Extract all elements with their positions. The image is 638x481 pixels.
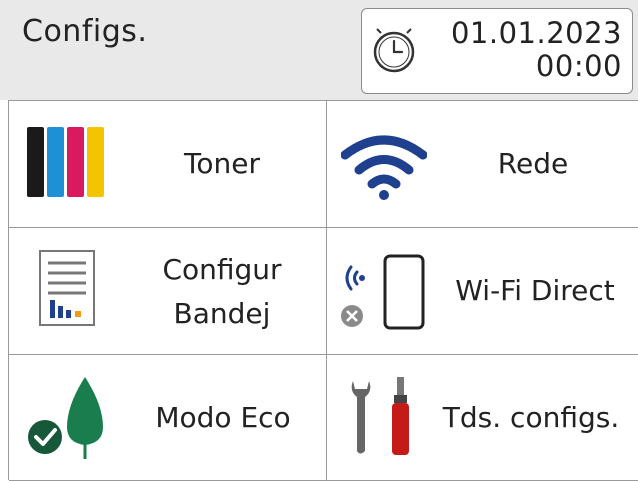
tile-wifi-direct[interactable]: Wi-Fi Direct <box>327 228 638 355</box>
eco-leaf-icon <box>28 377 103 459</box>
tile-eco-mode[interactable]: Modo Eco <box>9 355 327 481</box>
tile-tray-settings-line2: Bandej <box>173 297 271 330</box>
datetime-button[interactable]: 01.01.2023 00:00 <box>361 8 633 94</box>
toner-cartridges-icon <box>27 127 104 197</box>
tile-tray-settings[interactable]: Configur Bandej <box>9 228 327 355</box>
page-title: Configs. <box>22 14 148 49</box>
wifi-direct-phone-icon <box>341 254 425 330</box>
time-value: 00:00 <box>535 49 622 83</box>
tile-all-settings-label: Tds. configs. <box>442 401 620 434</box>
tray-settings-icon <box>39 250 95 326</box>
tile-all-settings[interactable]: Tds. configs. <box>327 355 638 481</box>
date-value: 01.01.2023 <box>450 16 622 50</box>
wifi-icon <box>341 135 427 200</box>
tools-icon <box>351 377 409 455</box>
tile-tray-settings-label: Configur Bandej <box>117 251 327 333</box>
clock-icon <box>373 28 415 73</box>
tile-tray-settings-line1: Configur <box>162 253 282 286</box>
tile-toner[interactable]: Toner <box>9 101 327 228</box>
tile-eco-mode-label: Modo Eco <box>155 401 291 434</box>
datetime-text: 01.01.2023 00:00 <box>451 17 622 83</box>
tile-toner-label: Toner <box>184 147 260 180</box>
settings-grid: Toner Rede Configur Bandej Wi-Fi Direct … <box>8 100 638 481</box>
header-bar: Configs. 01.01.2023 00:00 <box>0 0 638 100</box>
tile-wifi-direct-label: Wi-Fi Direct <box>455 274 615 307</box>
tile-network-label: Rede <box>497 147 569 180</box>
tile-network[interactable]: Rede <box>327 101 638 228</box>
